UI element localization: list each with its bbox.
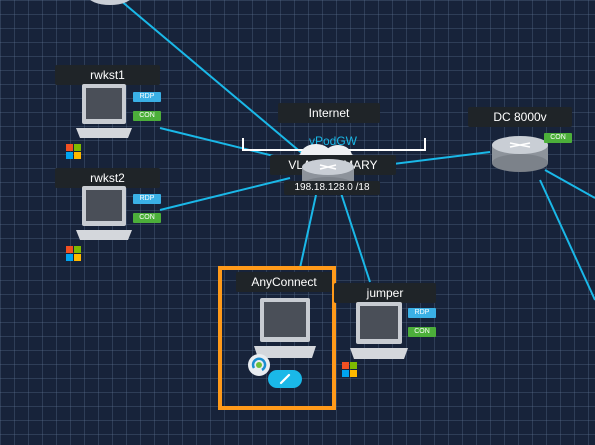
link-dc-right — [544, 169, 595, 199]
anyconnect-label: AnyConnect — [236, 272, 332, 292]
rwkst2-label: rwkst2 — [55, 168, 160, 188]
rwkst2-con-button[interactable]: CON — [133, 213, 161, 223]
jumper-label: jumper — [334, 283, 436, 303]
rwkst1-rdp-button[interactable]: RDP — [133, 92, 161, 102]
pencil-icon[interactable] — [268, 370, 302, 388]
anyconnect-laptop-icon[interactable] — [254, 298, 316, 362]
router-icon[interactable] — [488, 133, 552, 175]
rwkst1-label: rwkst1 — [55, 65, 160, 85]
rwkst2-rdp-button[interactable]: RDP — [133, 194, 161, 204]
internet-label: Internet — [278, 103, 380, 123]
rwkst1-con-button[interactable]: CON — [133, 111, 161, 121]
anyconnect-icon — [248, 354, 270, 376]
vlan-subnet-label: 198.18.128.0 /18 — [284, 181, 380, 195]
rwkst1-laptop-icon[interactable] — [76, 84, 132, 142]
windows-logo-icon — [66, 144, 82, 160]
rwkst2-laptop-icon[interactable] — [76, 186, 132, 244]
dc8000v-label: DC 8000v — [468, 107, 572, 127]
jumper-con-button[interactable]: CON — [408, 327, 436, 337]
windows-logo-icon — [66, 246, 82, 262]
jumper-rdp-button[interactable]: RDP — [408, 308, 436, 318]
link-dc-down — [539, 179, 595, 301]
dc8000v-con-button[interactable]: CON — [544, 133, 572, 143]
cloud-icon — [90, 0, 130, 5]
link-rwkst2-vlan — [159, 177, 291, 211]
windows-logo-icon — [342, 362, 358, 378]
link-vlan-anyconnect — [299, 194, 317, 269]
jumper-laptop-icon[interactable] — [350, 302, 408, 362]
link-vlan-jumper — [339, 189, 371, 283]
